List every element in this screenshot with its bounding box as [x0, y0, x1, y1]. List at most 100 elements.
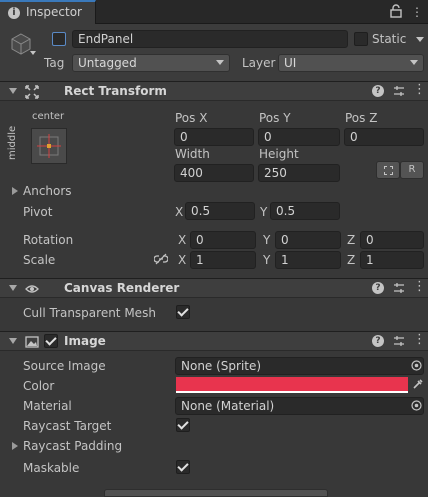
maskable-label: Maskable [23, 461, 80, 475]
raycast-padding-fold-icon[interactable] [12, 442, 18, 450]
chevron-down-icon [410, 60, 418, 65]
raycast-padding-label[interactable]: Raycast Padding [23, 439, 122, 453]
rect-transform-title: Rect Transform [64, 84, 167, 98]
color-label: Color [23, 379, 55, 393]
static-label: Static [372, 32, 407, 46]
material-field[interactable]: None (Material) [175, 397, 424, 415]
pivot-x-field[interactable]: 0.5 [185, 202, 255, 220]
gameobject-cube-icon[interactable] [10, 32, 32, 56]
tab-inspector-label: Inspector [26, 5, 82, 19]
gameobject-header: EndPanel Static Tag Untagged Layer UI [0, 24, 428, 82]
presets-icon[interactable] [393, 335, 405, 347]
help-icon[interactable]: ? [372, 85, 384, 97]
rotation-z-axis-label: Z [347, 233, 356, 247]
scale-y-axis-label: Y [263, 253, 271, 267]
rotation-y-axis-label: Y [263, 233, 271, 247]
pos-z-label: Pos Z [345, 111, 378, 125]
help-icon[interactable]: ? [372, 282, 384, 294]
presets-icon[interactable] [393, 85, 405, 97]
scale-z-field[interactable]: 1 [360, 251, 424, 269]
anchor-presets-button[interactable] [31, 128, 67, 164]
static-checkbox[interactable] [354, 32, 368, 46]
cull-transparent-mesh-checkbox[interactable] [176, 305, 190, 319]
fold-arrow-icon[interactable] [9, 285, 17, 291]
anchors-label[interactable]: Anchors [23, 184, 72, 198]
source-image-field[interactable]: None (Sprite) [175, 357, 424, 375]
pivot-y-axis-label: Y [260, 205, 268, 219]
blueprint-icon [384, 166, 393, 175]
rotation-label: Rotation [23, 233, 74, 247]
lock-icon[interactable] [390, 4, 402, 18]
anchor-preset-h-label: center [32, 111, 65, 122]
rect-transform-header[interactable]: Rect Transform ? ⋮ [0, 81, 428, 101]
raycast-target-label: Raycast Target [23, 419, 112, 433]
pos-x-label: Pos X [175, 111, 208, 125]
cull-transparent-mesh-label: Cull Transparent Mesh [23, 306, 156, 320]
scale-z-axis-label: Z [347, 253, 356, 267]
fold-arrow-icon[interactable] [9, 88, 17, 94]
name-field[interactable]: EndPanel [72, 30, 348, 48]
object-picker-icon[interactable] [411, 400, 422, 411]
scale-x-field[interactable]: 1 [190, 251, 256, 269]
scale-x-axis-label: X [178, 253, 187, 267]
tag-label: Tag [44, 56, 65, 70]
chevron-down-icon [216, 60, 224, 65]
static-dropdown-arrow-icon[interactable] [416, 37, 424, 42]
layer-value: UI [284, 56, 297, 70]
fold-arrow-icon[interactable] [9, 338, 17, 344]
raycast-target-checkbox[interactable] [176, 418, 190, 432]
more-menu-icon[interactable]: ⋮ [411, 5, 423, 19]
tag-value: Untagged [78, 56, 137, 70]
active-checkbox[interactable] [52, 32, 66, 46]
image-enabled-checkbox[interactable] [44, 334, 58, 348]
layer-label: Layer [242, 56, 276, 70]
eyedropper-icon[interactable] [412, 378, 424, 390]
constrain-proportions-icon[interactable] [154, 253, 168, 265]
tag-dropdown[interactable]: Untagged [72, 54, 230, 72]
more-options-icon[interactable]: ⋮ [413, 83, 426, 97]
pos-x-field[interactable]: 0 [174, 128, 254, 146]
canvas-renderer-header[interactable]: Canvas Renderer ? ⋮ [0, 278, 428, 298]
scale-y-field[interactable]: 1 [275, 251, 341, 269]
canvas-renderer-title: Canvas Renderer [64, 281, 180, 295]
maskable-checkbox[interactable] [176, 460, 190, 474]
height-field[interactable]: 250 [258, 164, 340, 182]
anchors-fold-icon[interactable] [12, 187, 18, 195]
pos-y-field[interactable]: 0 [258, 128, 340, 146]
pos-z-field[interactable]: 0 [344, 128, 424, 146]
scale-label: Scale [23, 253, 56, 267]
pivot-y-field[interactable]: 0.5 [270, 202, 340, 220]
blueprint-mode-button[interactable] [376, 161, 400, 179]
height-label: Height [259, 147, 299, 161]
image-header[interactable]: Image ? ⋮ [0, 331, 428, 351]
help-icon[interactable]: ? [372, 335, 384, 347]
icon-dropdown-arrow-icon[interactable] [30, 51, 36, 55]
pivot-x-axis-label: X [175, 205, 184, 219]
tab-bar: i Inspector ⋮ [0, 0, 428, 24]
material-label: Material [23, 399, 72, 413]
width-field[interactable]: 400 [174, 164, 254, 182]
color-swatch[interactable] [176, 377, 408, 393]
rotation-z-field[interactable]: 0 [360, 231, 424, 249]
anchor-preset-icon [37, 134, 61, 158]
anchor-preset-v-label: middle [7, 125, 18, 160]
rect-transform-icon [25, 85, 39, 99]
pivot-label: Pivot [23, 205, 53, 219]
pos-y-label: Pos Y [259, 111, 291, 125]
layer-dropdown[interactable]: UI [278, 54, 424, 72]
source-image-label: Source Image [23, 359, 106, 373]
rotation-x-axis-label: X [178, 233, 187, 247]
rotation-x-field[interactable]: 0 [190, 231, 256, 249]
tab-inspector[interactable]: i Inspector [0, 0, 96, 24]
more-options-icon[interactable]: ⋮ [413, 333, 426, 347]
image-title: Image [64, 334, 106, 348]
info-icon: i [8, 7, 20, 19]
more-options-icon[interactable]: ⋮ [413, 280, 426, 294]
image-icon [25, 336, 39, 348]
object-picker-icon[interactable] [411, 360, 422, 371]
presets-icon[interactable] [393, 282, 405, 294]
raw-edit-button[interactable]: R [400, 161, 424, 179]
width-label: Width [175, 147, 210, 161]
eye-icon [25, 285, 39, 293]
rotation-y-field[interactable]: 0 [275, 231, 341, 249]
